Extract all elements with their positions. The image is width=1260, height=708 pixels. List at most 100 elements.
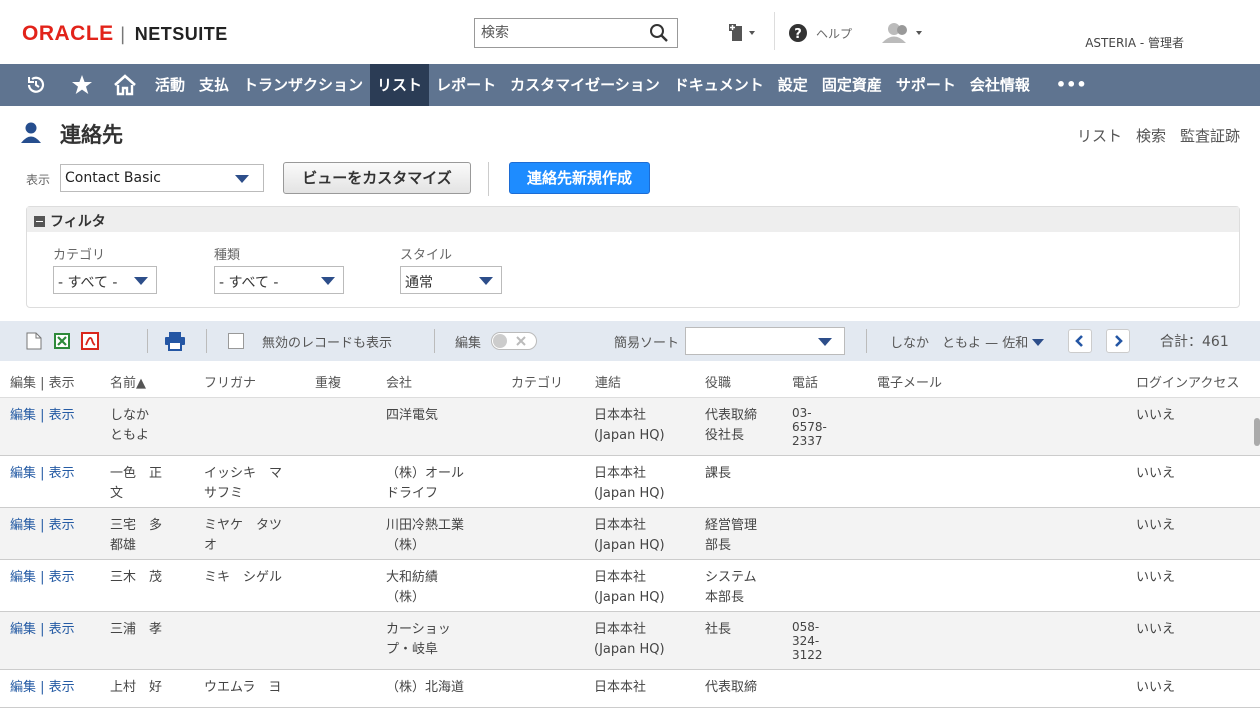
column-name[interactable]: 名前▲ [110, 372, 146, 391]
caret-down-icon [321, 277, 335, 285]
cell-kana: イッシキ マサフミ [204, 464, 282, 504]
view-select[interactable]: Contact Basic [60, 164, 264, 192]
table-header: 編集 | 表示 名前▲ フリガナ 重複 会社 カテゴリ 連結 役職 電話 電子メ… [0, 361, 1260, 398]
cell-login: いいえ [1136, 408, 1176, 423]
cell-sub-line: 日本本社 [594, 622, 647, 637]
nav-item-8[interactable]: 固定資産 [815, 64, 889, 106]
column-category[interactable]: カテゴリ [511, 372, 563, 391]
page-range-select[interactable]: しなか ともよ — 佐和 [890, 321, 1045, 361]
cell-name-line: ともよ [110, 428, 150, 443]
show-inactive-toggle[interactable]: 無効のレコードも表示 [228, 321, 392, 361]
export-pdf-button[interactable] [81, 321, 99, 361]
cell-company-line: カーショッ [386, 622, 451, 637]
cell-edit[interactable]: 編集 | 表示 [10, 678, 75, 698]
nav-item-9[interactable]: サポート [889, 64, 963, 106]
cell-kana-line: サフミ [204, 486, 244, 501]
global-search-input[interactable] [475, 20, 645, 46]
column-email[interactable]: 電子メール [877, 372, 942, 391]
table-row: 編集 | 表示 三木 茂 ミキ シゲル 大和紡績 （株） 日本本社 (Japan HQ) シス… [0, 560, 1260, 612]
nav-item-5[interactable]: カスタマイゼーション [503, 64, 667, 106]
cell-company-line: 川田冷熱工業 [386, 518, 465, 533]
nav-item-7[interactable]: 設定 [771, 64, 815, 106]
next-page-button[interactable] [1106, 321, 1130, 361]
cell-edit[interactable]: 編集 | 表示 [10, 406, 75, 426]
oracle-netsuite-logo[interactable]: ORACLE | NETSUITE [22, 22, 228, 46]
filter-category-select[interactable]: - すべて - [53, 266, 157, 294]
caret-down-icon [134, 277, 148, 285]
user-icon [882, 23, 922, 43]
logo-separator: | [119, 23, 126, 45]
main-nav: 活動 支払 トランザクション リスト レポート カスタマイゼーション ドキュメント 設定 固定資… [0, 64, 1260, 106]
nav-item-10[interactable]: 会社情報 [963, 64, 1037, 106]
cell-edit[interactable]: 編集 | 表示 [10, 464, 75, 484]
user-menu[interactable] [880, 22, 928, 44]
caret-down-icon [479, 277, 493, 285]
help-icon: ? [789, 24, 807, 42]
page-title: 連絡先 [60, 123, 123, 147]
shortcuts-button[interactable] [62, 64, 102, 106]
inline-edit-toggle[interactable] [491, 332, 538, 350]
filter-type-value: - すべて - [219, 275, 279, 291]
column-duplicate[interactable]: 重複 [315, 372, 341, 391]
print-button[interactable] [164, 321, 186, 361]
nav-item-1[interactable]: 支払 [192, 64, 236, 106]
view-select-value: Contact Basic [65, 170, 161, 186]
column-title[interactable]: 役職 [705, 372, 731, 391]
cell-title-line: システム [705, 570, 757, 585]
global-search-box [474, 18, 678, 48]
cell-edit[interactable]: 編集 | 表示 [10, 620, 75, 640]
collapse-icon[interactable] [34, 215, 45, 227]
export-excel-icon [54, 333, 70, 349]
nav-item-4[interactable]: レポート [429, 64, 503, 106]
nav-item-0[interactable]: 活動 [148, 64, 192, 106]
page-link-search[interactable]: 検索 [1136, 125, 1166, 146]
user-role-label[interactable]: ASTERIA - 管理者 [1085, 34, 1184, 51]
filter-type-label: 種類 [214, 248, 241, 263]
nav-item-2[interactable]: トランザクション [236, 64, 370, 106]
cell-sub-line: (Japan HQ) [594, 642, 665, 657]
recent-records-button[interactable] [10, 64, 62, 106]
view-controls: 表示 Contact Basic ビューをカスタマイズ 連絡先新規作成 [0, 162, 1260, 196]
cell-edit[interactable]: 編集 | 表示 [10, 516, 75, 536]
total-count-label: 合計：461 [1160, 334, 1229, 350]
new-contact-button[interactable]: 連絡先新規作成 [509, 162, 650, 194]
cell-sub: 日本本社 (Japan HQ) [594, 516, 665, 556]
prev-page-button[interactable] [1068, 321, 1092, 361]
cell-login: いいえ [1136, 518, 1176, 533]
nav-item-3[interactable]: リスト [370, 64, 430, 106]
export-csv-button[interactable] [26, 321, 42, 361]
column-subsidiary[interactable]: 連結 [595, 372, 621, 391]
create-new-menu[interactable] [728, 22, 758, 44]
home-button[interactable] [102, 64, 148, 106]
column-login-access[interactable]: ログインアクセス [1136, 372, 1239, 391]
filter-style-select[interactable]: 通常 [400, 266, 502, 294]
cell-edit[interactable]: 編集 | 表示 [10, 568, 75, 588]
filter-header[interactable]: フィルタ [27, 207, 1239, 232]
page-link-list[interactable]: リスト [1077, 125, 1122, 146]
filter-type-select[interactable]: - すべて - [214, 266, 344, 294]
quick-sort-select[interactable] [685, 327, 846, 355]
cell-name-line: 三木 茂 [110, 570, 163, 585]
nav-more[interactable]: ••• [1049, 64, 1094, 106]
nav-item-6[interactable]: ドキュメント [667, 64, 771, 106]
history-icon [27, 76, 45, 93]
column-kana[interactable]: フリガナ [204, 372, 256, 391]
cell-company: （株）オール ドライフ [386, 464, 464, 504]
page-link-audit-trail[interactable]: 監査証跡 [1180, 125, 1240, 146]
view-label: 表示 [26, 173, 51, 187]
export-excel-button[interactable] [53, 321, 71, 361]
top-header: ORACLE | NETSUITE ? ヘルプ [0, 0, 1260, 64]
help-menu[interactable]: ? ヘルプ [788, 22, 852, 44]
filter-category: カテゴリ - すべて - [53, 244, 157, 294]
scrollbar-thumb[interactable] [1254, 418, 1260, 446]
page-title-row: 連絡先 リスト 検索 監査証跡 [0, 106, 1260, 156]
search-icon[interactable] [649, 23, 669, 43]
toolbar-divider [434, 329, 435, 353]
column-phone[interactable]: 電話 [792, 372, 818, 391]
cell-title: 代表取締 [705, 678, 757, 698]
cell-phone-line: 3122 [792, 648, 823, 662]
column-company[interactable]: 会社 [386, 372, 412, 391]
show-inactive-checkbox[interactable] [228, 333, 244, 349]
cell-title: 課長 [705, 464, 731, 484]
customize-view-button[interactable]: ビューをカスタマイズ [283, 162, 471, 194]
